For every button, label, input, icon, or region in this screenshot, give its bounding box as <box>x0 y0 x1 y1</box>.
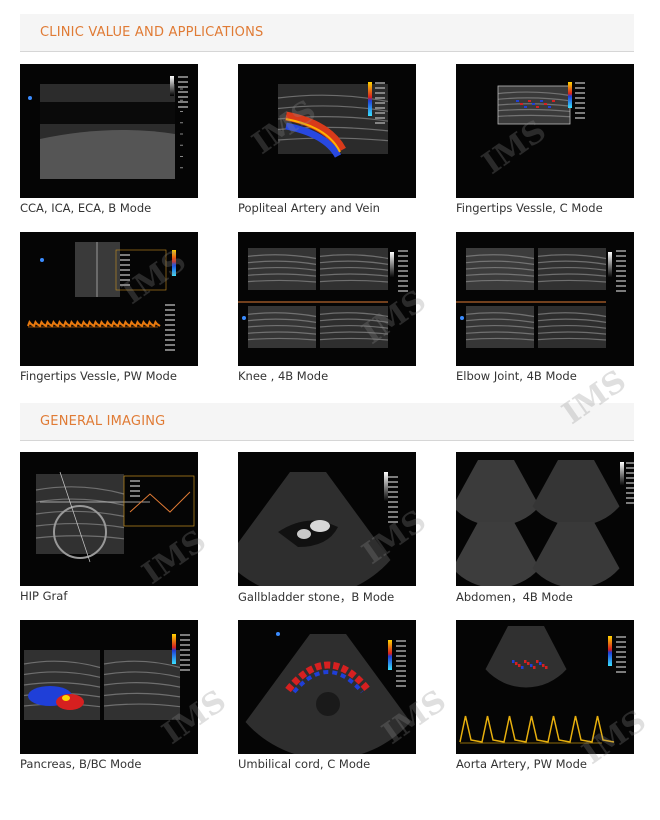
ultrasound-image <box>20 64 198 198</box>
image-caption: Abdomen，4B Mode <box>456 590 573 604</box>
image-grid-general: HIP Graf Gallbladder stone，B Mode Abdome… <box>20 452 634 782</box>
ultrasound-drawing <box>456 460 634 586</box>
section-header-general: GENERAL IMAGING <box>20 403 634 441</box>
image-caption: Fingertips Vessle, C Mode <box>456 201 603 215</box>
ultrasound-drawing <box>277 82 389 158</box>
ultrasound-drawing <box>497 82 585 125</box>
image-caption: Fingertips Vessle, PW Mode <box>20 369 177 383</box>
ultrasound-drawing <box>459 626 626 744</box>
ultrasound-image <box>20 232 198 366</box>
image-caption: Popliteal Artery and Vein <box>238 201 380 215</box>
section-title: GENERAL IMAGING <box>40 414 166 429</box>
image-caption: Gallbladder stone，B Mode <box>238 590 395 604</box>
section-title: CLINIC VALUE AND APPLICATIONS <box>40 25 264 40</box>
ultrasound-image <box>20 620 198 754</box>
ultrasound-drawing <box>238 248 408 348</box>
image-grid-clinic: CCA, ICA, ECA, B Mode Popliteal Artery a… <box>20 64 634 394</box>
ultrasound-drawing <box>35 471 195 563</box>
ultrasound-image <box>238 620 416 754</box>
ultrasound-image <box>238 64 416 198</box>
ultrasound-drawing <box>238 472 398 586</box>
ultrasound-drawing <box>456 248 626 348</box>
section-header-clinic: CLINIC VALUE AND APPLICATIONS <box>20 14 634 52</box>
image-caption: Knee , 4B Mode <box>238 369 329 383</box>
image-caption: Aorta Artery, PW Mode <box>456 757 587 771</box>
ultrasound-image <box>20 452 198 586</box>
image-caption: Elbow Joint, 4B Mode <box>456 369 577 383</box>
ultrasound-image <box>456 64 634 198</box>
ultrasound-drawing <box>245 632 411 754</box>
ultrasound-image <box>456 232 634 366</box>
ultrasound-image <box>238 232 416 366</box>
image-caption: Umbilical cord, C Mode <box>238 757 371 771</box>
image-caption: Pancreas, B/BC Mode <box>20 757 142 771</box>
ultrasound-image <box>238 452 416 586</box>
ultrasound-drawing <box>28 76 188 179</box>
image-caption: CCA, ICA, ECA, B Mode <box>20 201 152 215</box>
ultrasound-drawing <box>23 634 190 720</box>
ultrasound-image <box>456 620 634 754</box>
ultrasound-drawing <box>27 242 176 351</box>
ultrasound-image <box>456 452 634 586</box>
image-caption: HIP Graf <box>20 589 68 603</box>
